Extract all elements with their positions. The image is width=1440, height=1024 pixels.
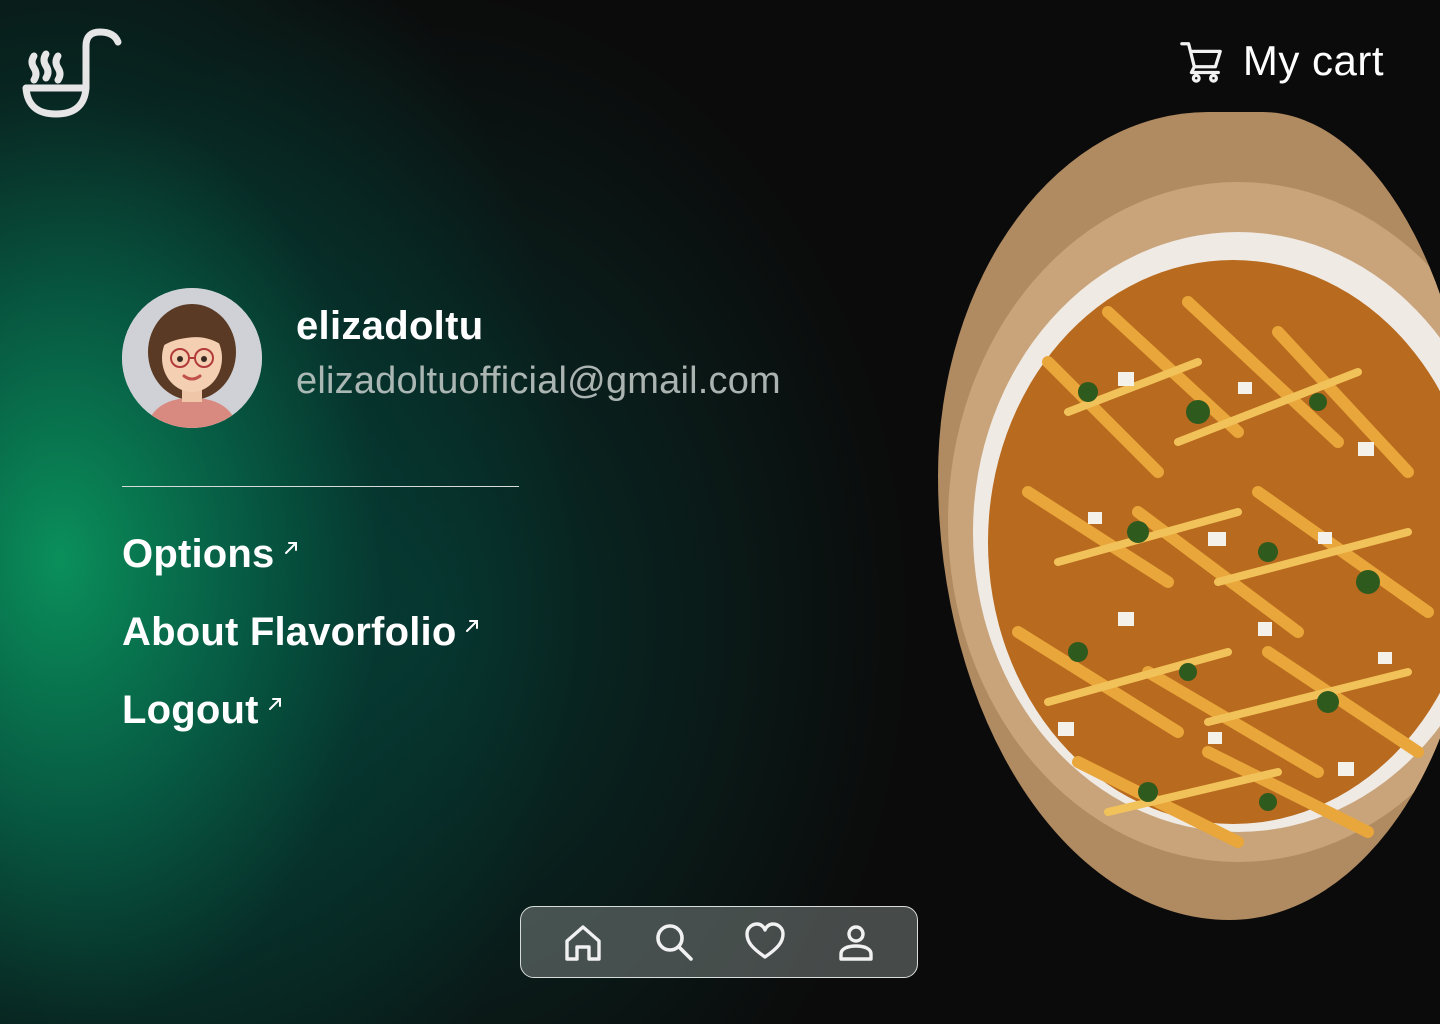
menu-item-logout[interactable]: Logout [122,688,480,766]
nav-favorites-button[interactable] [741,918,789,966]
nav-home-button[interactable] [559,918,607,966]
external-link-icon [466,620,479,632]
app-logo[interactable] [20,24,126,120]
menu-item-label: Logout [122,688,259,732]
nav-profile-button[interactable] [832,918,880,966]
nav-search-button[interactable] [650,918,698,966]
user-icon [838,925,873,961]
cart-icon [1180,42,1222,83]
menu-item-about-flavorfolio[interactable]: About Flavorfolio [122,610,480,688]
ladle-steam-icon [22,28,122,118]
external-link-icon [284,542,297,554]
bottom-navigation [520,906,918,978]
avatar[interactable] [122,288,262,428]
profile-menu: Options About Flavorfolio Logout [122,532,480,766]
cart-label: My cart [1242,37,1384,84]
my-cart-button[interactable]: My cart [1179,34,1384,88]
menu-item-label: Options [122,532,275,576]
home-icon [564,925,601,961]
heart-icon [744,922,785,959]
loaded-fries-bowl-image [938,112,1440,920]
external-link-icon [268,698,281,710]
menu-item-options[interactable]: Options [122,532,480,610]
profile-username: elizadoltu [296,304,484,348]
profile-divider [122,486,519,487]
search-icon [655,924,693,961]
profile-email: elizadoltuofficial@gmail.com [296,360,781,402]
menu-item-label: About Flavorfolio [122,610,457,654]
avatar-illustration [122,288,262,428]
